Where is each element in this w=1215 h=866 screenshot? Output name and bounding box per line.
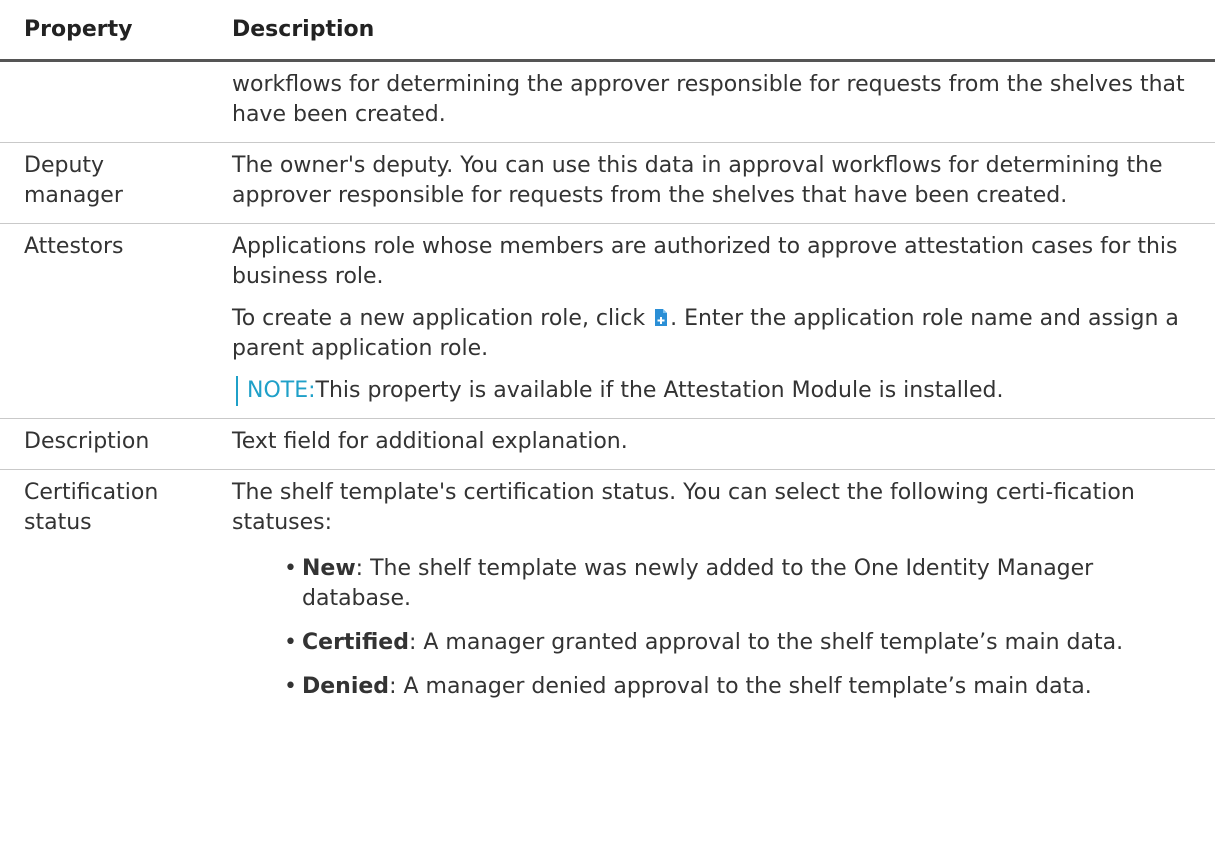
description-text: Text field for additional explanation.: [232, 429, 628, 454]
table-row: workflows for determining the approver r…: [0, 62, 1215, 143]
note-label: NOTE:: [247, 378, 316, 403]
description-cell: Text field for additional explanation.: [206, 419, 1196, 469]
create-role-instruction: To create a new application role, click …: [232, 304, 1196, 364]
list-item: Denied: A manager denied approval to the…: [284, 672, 1196, 702]
description-cell: Applications role whose members are auth…: [206, 224, 1196, 418]
create-text-before: To create a new application role, click: [232, 306, 646, 331]
note-text: This property is available if the Attest…: [315, 378, 1004, 403]
property-cell: Deputy manager: [24, 153, 123, 208]
description-cell: The owner's deputy. You can use this dat…: [206, 143, 1196, 223]
status-term: New: [302, 556, 356, 581]
status-term: Denied: [302, 674, 390, 699]
property-cell: Certification status: [24, 480, 159, 535]
description-text: The shelf template's certification statu…: [232, 480, 1135, 535]
status-text: : A manager denied approval to the shelf…: [389, 674, 1092, 699]
table-row: Certification status The shelf template'…: [0, 470, 1215, 728]
table-header-row: Property Description: [0, 0, 1215, 62]
table-row: Description Text field for additional ex…: [0, 419, 1215, 470]
list-item: Certified: A manager granted approval to…: [284, 628, 1196, 658]
note: NOTE:This property is available if the A…: [236, 376, 1196, 406]
table-row: Deputy manager The owner's deputy. You c…: [0, 143, 1215, 224]
property-cell: [0, 62, 206, 142]
description-cell: workflows for determining the approver r…: [206, 62, 1196, 142]
description-text: The owner's deputy. You can use this dat…: [232, 153, 1163, 208]
status-text: : The shelf template was newly added to …: [302, 556, 1094, 611]
list-item: New: The shelf template was newly added …: [284, 554, 1196, 614]
property-cell: Description: [24, 429, 150, 454]
header-description: Description: [232, 16, 375, 42]
property-table: Property Description workflows for deter…: [0, 0, 1215, 728]
table-row: Attestors Applications role whose member…: [0, 224, 1215, 419]
header-property: Property: [24, 16, 133, 42]
description-text: Applications role whose members are auth…: [232, 234, 1178, 289]
description-text: workflows for determining the approver r…: [232, 72, 1185, 127]
status-term: Certified: [302, 630, 409, 655]
add-application-role-icon[interactable]: [654, 306, 668, 326]
status-text: : A manager granted approval to the shel…: [408, 630, 1124, 655]
description-cell: The shelf template's certification statu…: [206, 470, 1196, 728]
property-cell: Attestors: [24, 234, 124, 259]
certification-status-list: New: The shelf template was newly added …: [232, 554, 1196, 702]
